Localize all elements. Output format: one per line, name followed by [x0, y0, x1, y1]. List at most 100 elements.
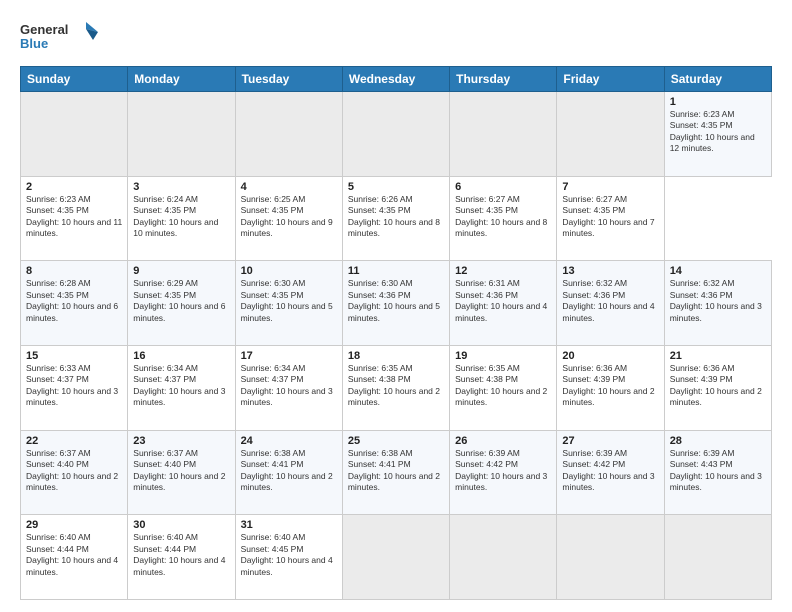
calendar-cell: 28Sunrise: 6:39 AMSunset: 4:43 PMDayligh… [664, 430, 771, 515]
weekday-header-thursday: Thursday [450, 67, 557, 92]
calendar-cell: 16Sunrise: 6:34 AMSunset: 4:37 PMDayligh… [128, 345, 235, 430]
calendar-cell [450, 92, 557, 177]
day-number: 17 [241, 350, 337, 362]
calendar-cell: 2Sunrise: 6:23 AMSunset: 4:35 PMDaylight… [21, 176, 128, 261]
calendar-cell: 7Sunrise: 6:27 AMSunset: 4:35 PMDaylight… [557, 176, 664, 261]
day-info: Sunrise: 6:35 AMSunset: 4:38 PMDaylight:… [455, 363, 551, 409]
day-info: Sunrise: 6:29 AMSunset: 4:35 PMDaylight:… [133, 278, 229, 324]
calendar-cell: 19Sunrise: 6:35 AMSunset: 4:38 PMDayligh… [450, 345, 557, 430]
day-number: 18 [348, 350, 444, 362]
day-info: Sunrise: 6:23 AMSunset: 4:35 PMDaylight:… [26, 194, 122, 240]
calendar-cell: 11Sunrise: 6:30 AMSunset: 4:36 PMDayligh… [342, 261, 449, 346]
day-info: Sunrise: 6:33 AMSunset: 4:37 PMDaylight:… [26, 363, 122, 409]
day-info: Sunrise: 6:39 AMSunset: 4:42 PMDaylight:… [562, 448, 658, 494]
week-row-5: 22 Sunrise: 6:37 AMSunset: 4:40 PMDayligh… [21, 430, 772, 515]
calendar-cell [342, 92, 449, 177]
logo-svg: General Blue [20, 18, 100, 56]
day-number: 27 [562, 435, 658, 447]
day-info: Sunrise: 6:34 AMSunset: 4:37 PMDaylight:… [133, 363, 229, 409]
calendar-cell: 10Sunrise: 6:30 AMSunset: 4:35 PMDayligh… [235, 261, 342, 346]
calendar-cell [557, 92, 664, 177]
day-number: 1 [670, 96, 766, 108]
day-number: 25 [348, 435, 444, 447]
calendar-cell: 15Sunrise: 6:33 AMSunset: 4:37 PMDayligh… [21, 345, 128, 430]
calendar-cell: 25Sunrise: 6:38 AMSunset: 4:41 PMDayligh… [342, 430, 449, 515]
day-number: 15 [26, 350, 122, 362]
calendar-cell: 5Sunrise: 6:26 AMSunset: 4:35 PMDaylight… [342, 176, 449, 261]
day-info: Sunrise: 6:40 AMSunset: 4:45 PMDaylight:… [241, 532, 337, 578]
calendar-cell [450, 515, 557, 600]
day-number: 7 [562, 181, 658, 193]
calendar-cell: 20Sunrise: 6:36 AMSunset: 4:39 PMDayligh… [557, 345, 664, 430]
day-info: Sunrise: 6:40 AMSunset: 4:44 PMDaylight:… [26, 532, 122, 578]
day-number: 20 [562, 350, 658, 362]
day-info: Sunrise: 6:31 AMSunset: 4:36 PMDaylight:… [455, 278, 551, 324]
calendar-cell: 12Sunrise: 6:31 AMSunset: 4:36 PMDayligh… [450, 261, 557, 346]
day-number: 13 [562, 265, 658, 277]
day-number: 9 [133, 265, 229, 277]
calendar-cell: 4Sunrise: 6:25 AMSunset: 4:35 PMDaylight… [235, 176, 342, 261]
calendar-cell: 1Sunrise: 6:23 AMSunset: 4:35 PMDaylight… [664, 92, 771, 177]
day-info: Sunrise: 6:34 AMSunset: 4:37 PMDaylight:… [241, 363, 337, 409]
day-number: 3 [133, 181, 229, 193]
day-number: 14 [670, 265, 766, 277]
day-number: 6 [455, 181, 551, 193]
calendar-cell: 18Sunrise: 6:35 AMSunset: 4:38 PMDayligh… [342, 345, 449, 430]
calendar-cell: 27Sunrise: 6:39 AMSunset: 4:42 PMDayligh… [557, 430, 664, 515]
calendar-cell: 30Sunrise: 6:40 AMSunset: 4:44 PMDayligh… [128, 515, 235, 600]
day-info: Sunrise: 6:38 AMSunset: 4:41 PMDaylight:… [348, 448, 444, 494]
day-number: 23 [133, 435, 229, 447]
day-info: Sunrise: 6:30 AMSunset: 4:36 PMDaylight:… [348, 278, 444, 324]
weekday-header-monday: Monday [128, 67, 235, 92]
day-number: 26 [455, 435, 551, 447]
weekday-header-tuesday: Tuesday [235, 67, 342, 92]
day-number: 29 [26, 519, 122, 531]
day-number: 11 [348, 265, 444, 277]
day-info: Sunrise: 6:37 AMSunset: 4:40 PMDaylight:… [133, 448, 229, 494]
day-info: Sunrise: 6:26 AMSunset: 4:35 PMDaylight:… [348, 194, 444, 240]
day-number: 10 [241, 265, 337, 277]
day-number: 4 [241, 181, 337, 193]
day-info: Sunrise: 6:30 AMSunset: 4:35 PMDaylight:… [241, 278, 337, 324]
day-number: 8 [26, 265, 122, 277]
calendar-cell: 9Sunrise: 6:29 AMSunset: 4:35 PMDaylight… [128, 261, 235, 346]
day-info: Sunrise: 6:24 AMSunset: 4:35 PMDaylight:… [133, 194, 229, 240]
header: General Blue [20, 18, 772, 56]
weekday-header-row: SundayMondayTuesdayWednesdayThursdayFrid… [21, 67, 772, 92]
logo: General Blue [20, 18, 100, 56]
day-info: Sunrise: 6:25 AMSunset: 4:35 PMDaylight:… [241, 194, 337, 240]
week-row-2: 2Sunrise: 6:23 AMSunset: 4:35 PMDaylight… [21, 176, 772, 261]
day-info: Sunrise: 6:27 AMSunset: 4:35 PMDaylight:… [562, 194, 658, 240]
weekday-header-sunday: Sunday [21, 67, 128, 92]
calendar-cell: 23Sunrise: 6:37 AMSunset: 4:40 PMDayligh… [128, 430, 235, 515]
day-number: 5 [348, 181, 444, 193]
page: General Blue SundayMondayTuesdayWednesda… [0, 0, 792, 612]
calendar-cell: 29Sunrise: 6:40 AMSunset: 4:44 PMDayligh… [21, 515, 128, 600]
calendar-cell: 21Sunrise: 6:36 AMSunset: 4:39 PMDayligh… [664, 345, 771, 430]
day-info: Sunrise: 6:39 AMSunset: 4:42 PMDaylight:… [455, 448, 551, 494]
day-number: 12 [455, 265, 551, 277]
calendar-cell [664, 515, 771, 600]
calendar-table: SundayMondayTuesdayWednesdayThursdayFrid… [20, 66, 772, 600]
day-info: Sunrise: 6:40 AMSunset: 4:44 PMDaylight:… [133, 532, 229, 578]
day-number: 16 [133, 350, 229, 362]
day-number: 30 [133, 519, 229, 531]
day-number: 19 [455, 350, 551, 362]
day-info: Sunrise: 6:36 AMSunset: 4:39 PMDaylight:… [562, 363, 658, 409]
calendar-cell: 17Sunrise: 6:34 AMSunset: 4:37 PMDayligh… [235, 345, 342, 430]
calendar-cell: 8Sunrise: 6:28 AMSunset: 4:35 PMDaylight… [21, 261, 128, 346]
calendar-cell: 24Sunrise: 6:38 AMSunset: 4:41 PMDayligh… [235, 430, 342, 515]
calendar-cell: 31Sunrise: 6:40 AMSunset: 4:45 PMDayligh… [235, 515, 342, 600]
day-number: 21 [670, 350, 766, 362]
calendar-cell [128, 92, 235, 177]
calendar-cell: 6Sunrise: 6:27 AMSunset: 4:35 PMDaylight… [450, 176, 557, 261]
day-info: Sunrise: 6:36 AMSunset: 4:39 PMDaylight:… [670, 363, 766, 409]
calendar-cell [342, 515, 449, 600]
day-info: Sunrise: 6:35 AMSunset: 4:38 PMDaylight:… [348, 363, 444, 409]
day-info: Sunrise: 6:28 AMSunset: 4:35 PMDaylight:… [26, 278, 122, 324]
day-info: Sunrise: 6:27 AMSunset: 4:35 PMDaylight:… [455, 194, 551, 240]
svg-text:Blue: Blue [20, 36, 48, 51]
calendar-cell [21, 92, 128, 177]
day-number: 22 [26, 435, 122, 447]
week-row-3: 8Sunrise: 6:28 AMSunset: 4:35 PMDaylight… [21, 261, 772, 346]
